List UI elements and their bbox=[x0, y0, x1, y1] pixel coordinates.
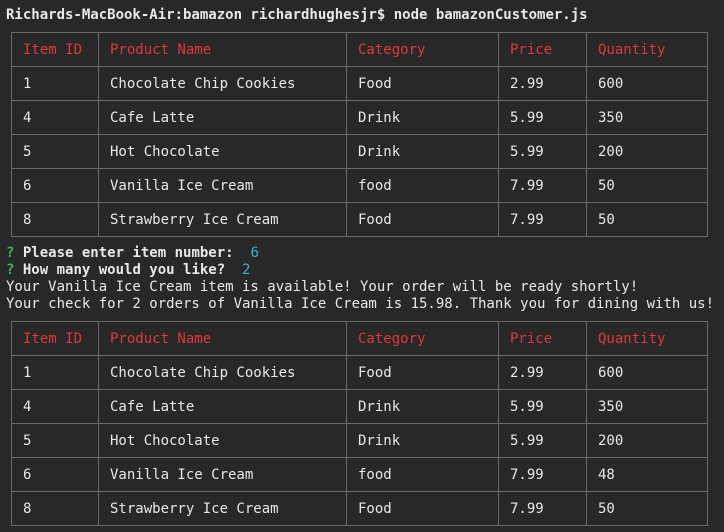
cell-product-name: Chocolate Chip Cookies bbox=[98, 355, 347, 390]
cell-category: food bbox=[346, 457, 499, 492]
column-header-product-name: Product Name bbox=[98, 32, 347, 67]
question-mark: ? bbox=[6, 262, 15, 278]
cell-category: food bbox=[346, 168, 499, 203]
table-row: 5 Hot Chocolate Drink 5.99 200 bbox=[11, 423, 708, 458]
table-row: 6 Vanilla Ice Cream food 7.99 50 bbox=[11, 168, 708, 203]
cell-quantity: 50 bbox=[586, 168, 708, 203]
cell-quantity: 600 bbox=[586, 66, 708, 101]
quantity-question: ? How many would you like? 2 bbox=[6, 262, 250, 279]
table-row: 4 Cafe Latte Drink 5.99 350 bbox=[11, 100, 708, 135]
cell-product-name: Strawberry Ice Cream bbox=[98, 491, 347, 526]
cell-item-id: 1 bbox=[11, 355, 99, 390]
cell-quantity: 48 bbox=[586, 457, 708, 492]
table-row: 1 Chocolate Chip Cookies Food 2.99 600 bbox=[11, 355, 708, 390]
cell-price: 7.99 bbox=[498, 202, 587, 237]
availability-message: Your Vanilla Ice Cream item is available… bbox=[6, 279, 639, 295]
cell-category: Drink bbox=[346, 100, 499, 135]
cell-price: 7.99 bbox=[498, 168, 587, 203]
cell-quantity: 200 bbox=[586, 423, 708, 458]
cell-item-id: 5 bbox=[11, 423, 99, 458]
command-prompt-line: Richards-MacBook-Air:bamazon richardhugh… bbox=[6, 7, 588, 23]
cell-category: Drink bbox=[346, 389, 499, 424]
table-row: 5 Hot Chocolate Drink 5.99 200 bbox=[11, 134, 708, 169]
cell-price: 5.99 bbox=[498, 100, 587, 135]
cell-item-id: 5 bbox=[11, 134, 99, 169]
table-row: 6 Vanilla Ice Cream food 7.99 48 bbox=[11, 457, 708, 492]
cell-quantity: 50 bbox=[586, 202, 708, 237]
cell-category: Food bbox=[346, 66, 499, 101]
table-row: 4 Cafe Latte Drink 5.99 350 bbox=[11, 389, 708, 424]
cell-product-name: Vanilla Ice Cream bbox=[98, 457, 347, 492]
table-row: 1 Chocolate Chip Cookies Food 2.99 600 bbox=[11, 66, 708, 101]
column-header-item-id: Item ID bbox=[11, 321, 99, 356]
cell-category: Food bbox=[346, 355, 499, 390]
cell-price: 7.99 bbox=[498, 491, 587, 526]
cell-product-name: Cafe Latte bbox=[98, 389, 347, 424]
column-header-category: Category bbox=[346, 321, 499, 356]
cell-item-id: 4 bbox=[11, 100, 99, 135]
quantity-answer: 2 bbox=[242, 262, 251, 278]
cell-product-name: Hot Chocolate bbox=[98, 423, 347, 458]
column-header-product-name: Product Name bbox=[98, 321, 347, 356]
table-header-row: Item ID Product Name Category Price Quan… bbox=[11, 321, 708, 356]
table-row: 8 Strawberry Ice Cream Food 7.99 50 bbox=[11, 202, 708, 237]
cell-price: 5.99 bbox=[498, 134, 587, 169]
cell-item-id: 8 bbox=[11, 491, 99, 526]
cell-quantity: 350 bbox=[586, 389, 708, 424]
cell-product-name: Chocolate Chip Cookies bbox=[98, 66, 347, 101]
column-header-item-id: Item ID bbox=[11, 32, 99, 67]
cell-product-name: Vanilla Ice Cream bbox=[98, 168, 347, 203]
products-table-after: Item ID Product Name Category Price Quan… bbox=[11, 321, 708, 526]
cell-category: Drink bbox=[346, 134, 499, 169]
column-header-price: Price bbox=[498, 32, 587, 67]
cell-quantity: 350 bbox=[586, 100, 708, 135]
column-header-price: Price bbox=[498, 321, 587, 356]
cell-price: 7.99 bbox=[498, 457, 587, 492]
cell-price: 2.99 bbox=[498, 66, 587, 101]
question-mark: ? bbox=[6, 245, 15, 261]
question-label: Please enter item number: bbox=[22, 245, 234, 261]
table-row: 8 Strawberry Ice Cream Food 7.99 50 bbox=[11, 491, 708, 526]
item-number-answer: 6 bbox=[250, 245, 259, 261]
table-header-row: Item ID Product Name Category Price Quan… bbox=[11, 32, 708, 67]
cell-price: 2.99 bbox=[498, 355, 587, 390]
cell-product-name: Cafe Latte bbox=[98, 100, 347, 135]
cell-price: 5.99 bbox=[498, 423, 587, 458]
question-label: How many would you like? bbox=[22, 262, 226, 278]
cell-price: 5.99 bbox=[498, 389, 587, 424]
cell-item-id: 4 bbox=[11, 389, 99, 424]
cell-item-id: 8 bbox=[11, 202, 99, 237]
check-message: Your check for 2 orders of Vanilla Ice C… bbox=[6, 296, 715, 312]
cell-quantity: 200 bbox=[586, 134, 708, 169]
cell-quantity: 600 bbox=[586, 355, 708, 390]
cell-product-name: Hot Chocolate bbox=[98, 134, 347, 169]
cell-product-name: Strawberry Ice Cream bbox=[98, 202, 347, 237]
cell-category: Food bbox=[346, 491, 499, 526]
cell-item-id: 6 bbox=[11, 168, 99, 203]
products-table-before: Item ID Product Name Category Price Quan… bbox=[11, 32, 708, 237]
cell-quantity: 50 bbox=[586, 491, 708, 526]
cell-item-id: 6 bbox=[11, 457, 99, 492]
item-number-question: ? Please enter item number: 6 bbox=[6, 245, 259, 262]
column-header-category: Category bbox=[346, 32, 499, 67]
cell-category: Food bbox=[346, 202, 499, 237]
cell-item-id: 1 bbox=[11, 66, 99, 101]
cell-category: Drink bbox=[346, 423, 499, 458]
column-header-quantity: Quantity bbox=[586, 32, 708, 67]
column-header-quantity: Quantity bbox=[586, 321, 708, 356]
